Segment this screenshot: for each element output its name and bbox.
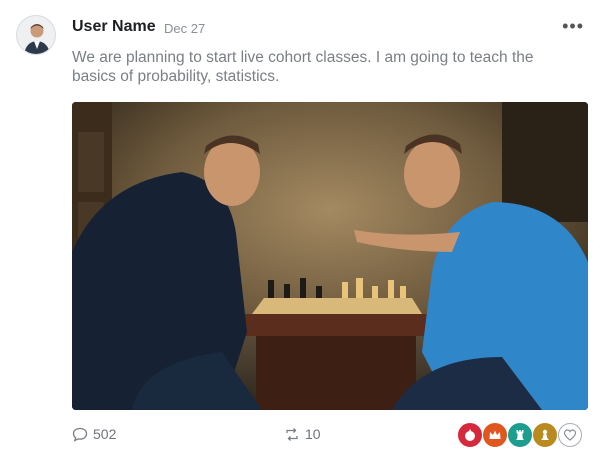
more-options-button[interactable]: •••: [562, 16, 584, 37]
repost-button[interactable]: 10: [284, 426, 321, 442]
rook-reaction[interactable]: [507, 422, 533, 448]
avatar-image: [17, 16, 55, 54]
avatar[interactable]: [16, 15, 56, 55]
like-button[interactable]: [558, 423, 582, 447]
comments-count: 502: [93, 426, 117, 442]
post-photo[interactable]: [72, 102, 588, 410]
reposts-count: 10: [305, 426, 321, 442]
crown-reaction[interactable]: [482, 422, 508, 448]
apple-reaction[interactable]: [457, 422, 483, 448]
post-text: We are planning to start live cohort cla…: [72, 49, 534, 85]
pawn-icon: [541, 429, 549, 440]
pawn-reaction[interactable]: [532, 422, 558, 448]
chess-players-photo: [72, 102, 588, 410]
post-date[interactable]: Dec 27: [164, 21, 205, 36]
heart-icon: [563, 429, 577, 441]
apple-icon: [465, 429, 475, 441]
rook-icon: [516, 430, 524, 440]
author-name[interactable]: User Name: [72, 18, 156, 36]
comment-icon: [72, 427, 88, 442]
reaction-badges: [457, 422, 582, 448]
comments-button[interactable]: 502: [72, 426, 116, 442]
repost-icon: [286, 427, 298, 441]
crown-icon: [489, 430, 501, 439]
